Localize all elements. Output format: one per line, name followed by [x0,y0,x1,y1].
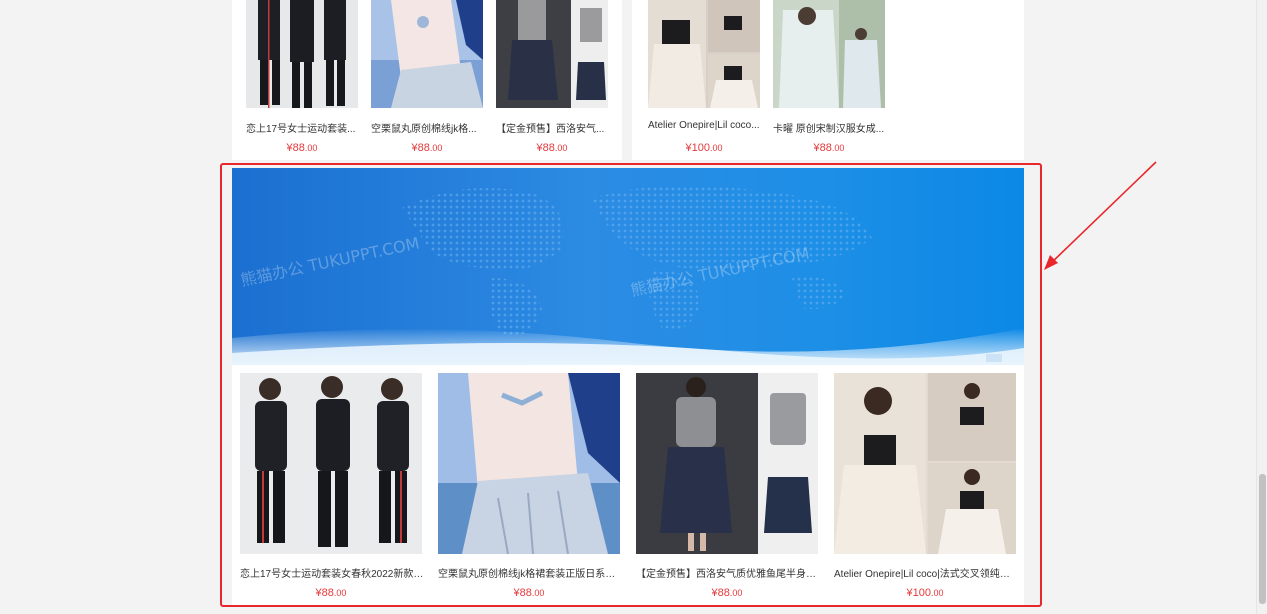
product-image[interactable] [834,373,1016,554]
product-image[interactable] [240,373,422,554]
product-title[interactable]: 恋上17号女士运动套装... [246,120,368,135]
product-price: ¥88.00 [286,142,318,154]
product-image[interactable] [496,0,608,108]
top-product-card[interactable]: 卡曜 原创宋制汉服女成... ¥88.00 [773,0,885,154]
product-price: ¥88.00 [411,142,443,154]
top-product-card[interactable]: 恋上17号女士运动套装... ¥88.00 [246,0,358,154]
product-image[interactable] [636,373,818,554]
scrollbar-thumb[interactable] [1259,474,1266,604]
product-title[interactable]: 【定金预售】西洛安气质优雅鱼尾半身裙... [636,565,820,580]
product-title[interactable]: Atelier Onepire|Lil coco... [648,120,770,131]
top-product-card[interactable]: Atelier Onepire|Lil coco... ¥100.00 [648,0,760,154]
banner-watermark: 熊猫办公 TUKUPPT.COM [239,233,421,289]
vertical-scrollbar[interactable] [1256,0,1267,614]
featured-section: 熊猫办公 TUKUPPT.COM 熊猫办公 TUKUPPT.COM 恋上17号女… [232,168,1024,606]
product-price: ¥100.00 [906,587,944,599]
top-product-panel-right: Atelier Onepire|Lil coco... ¥100.00 卡曜 原… [632,0,1024,160]
product-price: ¥88.00 [536,142,568,154]
product-price: ¥88.00 [711,587,743,599]
top-product-card[interactable]: 空栗鼠丸原创棉线jk格... ¥88.00 [371,0,483,154]
annotation-arrow-icon [1044,161,1157,270]
top-product-panel-left: 恋上17号女士运动套装... ¥88.00 空栗鼠丸原创棉线jk格... ¥88… [232,0,622,160]
product-price: ¥88.00 [513,587,545,599]
product-image[interactable] [371,0,483,108]
product-image[interactable] [438,373,620,554]
product-price: ¥100.00 [685,142,723,154]
product-price: ¥88.00 [813,142,845,154]
top-product-card[interactable]: 【定金预售】西洛安气... ¥88.00 [496,0,608,154]
product-image[interactable] [648,0,760,108]
product-price: ¥88.00 [315,587,347,599]
product-title[interactable]: 空栗鼠丸原创棉线jk格裙套装正版日系学院... [438,565,622,580]
product-image[interactable] [773,0,885,108]
product-card[interactable]: 【定金预售】西洛安气质优雅鱼尾半身裙... ¥88.00 [636,373,820,599]
product-image[interactable] [246,0,358,108]
promo-banner[interactable]: 熊猫办公 TUKUPPT.COM 熊猫办公 TUKUPPT.COM [232,168,1024,365]
product-title[interactable]: 空栗鼠丸原创棉线jk格... [371,120,493,135]
product-title[interactable]: 恋上17号女士运动套装女春秋2022新款洋... [240,565,424,580]
product-title[interactable]: Atelier Onepire|Lil coco|法式交叉领纯欲... [834,565,1018,580]
product-card[interactable]: 恋上17号女士运动套装女春秋2022新款洋... ¥88.00 [240,373,424,599]
product-title[interactable]: 【定金预售】西洛安气... [496,120,618,135]
product-card[interactable]: Atelier Onepire|Lil coco|法式交叉领纯欲... ¥100… [834,373,1018,599]
product-title[interactable]: 卡曜 原创宋制汉服女成... [773,120,895,135]
product-card[interactable]: 空栗鼠丸原创棉线jk格裙套装正版日系学院... ¥88.00 [438,373,622,599]
